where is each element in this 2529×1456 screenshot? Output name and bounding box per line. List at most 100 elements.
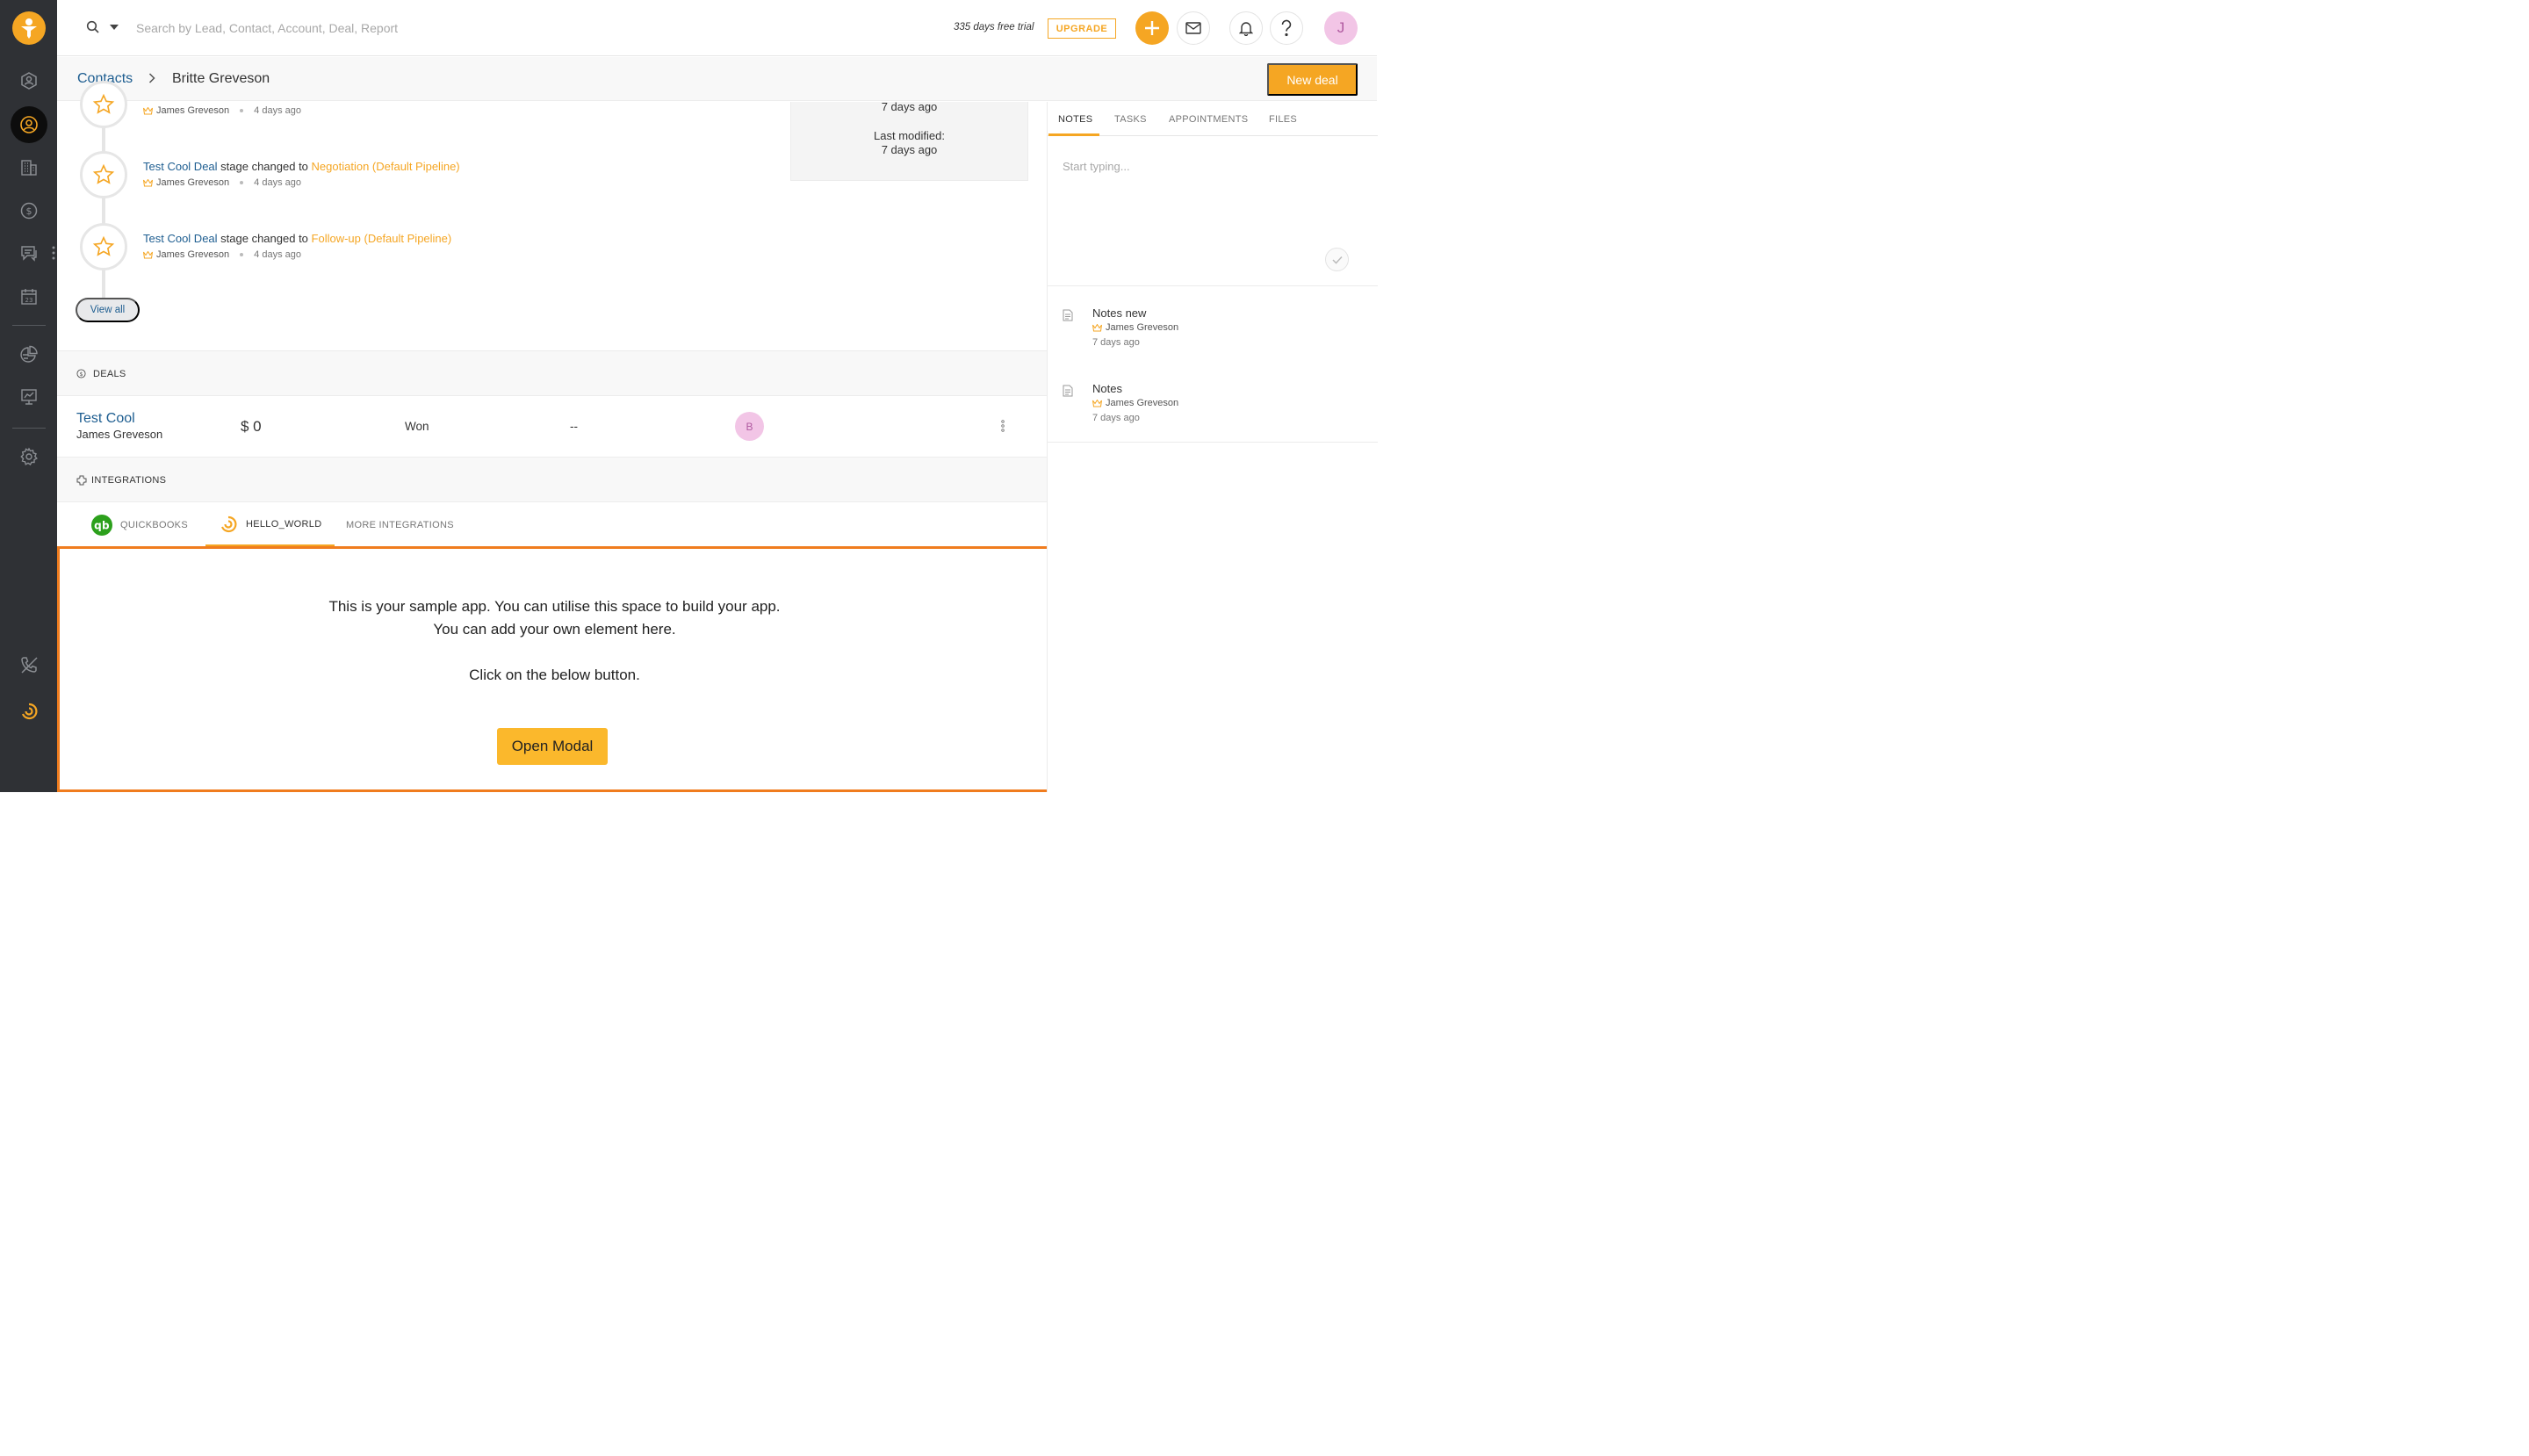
settings-gear-icon[interactable] [11, 438, 47, 475]
conversations-icon[interactable] [11, 234, 47, 271]
tab-more-integrations[interactable]: MORE INTEGRATIONS [346, 503, 454, 546]
timeline-author: James Greveson [156, 249, 230, 260]
tab-label: MORE INTEGRATIONS [346, 519, 454, 530]
analytics-icon[interactable] [11, 378, 47, 415]
page-header: Contacts Britte Greveson New deal [57, 57, 1377, 101]
timeline-time: 4 days ago [254, 105, 301, 116]
separator-dot [240, 181, 244, 184]
note-time: 7 days ago [1092, 413, 1140, 423]
notifications-bell-icon[interactable] [1229, 11, 1263, 45]
help-question-icon[interactable] [1270, 11, 1303, 45]
page-title: Britte Greveson [172, 71, 270, 86]
table-row[interactable]: Test Cool James Greveson $ 0 Won -- B [57, 396, 1048, 457]
timeline-stage-link[interactable]: Negotiation (Default Pipeline) [312, 160, 460, 173]
tab-quickbooks[interactable]: qb QUICKBOOKS [91, 503, 188, 546]
integrations-section-title: INTEGRATIONS [91, 475, 167, 486]
timeline-deal-link[interactable]: Test Cool Deal [143, 160, 218, 173]
integrations-section-header: INTEGRATIONS [57, 457, 1048, 502]
note-document-icon [1063, 385, 1073, 397]
more-options-kebab-icon[interactable] [1001, 420, 1005, 432]
open-modal-button[interactable]: Open Modal [497, 728, 608, 765]
app-text-line: You can add your own element here. [433, 621, 676, 638]
contacts-icon[interactable] [11, 106, 47, 143]
view-all-button[interactable]: View all [76, 298, 140, 322]
timeline-stage-link[interactable]: Follow-up (Default Pipeline) [312, 232, 452, 245]
quick-add-plus-icon[interactable] [1135, 11, 1169, 45]
save-note-check-icon[interactable] [1325, 248, 1349, 271]
app-logo-icon[interactable] [12, 11, 46, 45]
created-value: 7 days ago [881, 100, 938, 113]
integration-tabs: qb QUICKBOOKS HELLO_WORLD MORE INTEGRATI… [57, 503, 1048, 546]
last-modified-label: Last modified: [874, 129, 945, 142]
tab-notes[interactable]: NOTES [1058, 114, 1092, 125]
crown-icon [1092, 399, 1102, 407]
timeline-event-title: Test Cool Deal stage changed to Negotiat… [143, 160, 460, 173]
deal-name-link[interactable]: Test Cool [76, 411, 135, 427]
search-icon[interactable] [86, 20, 100, 34]
hello-world-app-icon[interactable] [11, 693, 47, 730]
deals-section-header: $ DEALS [57, 350, 1048, 396]
chevron-right-icon [148, 73, 155, 83]
sidebar-divider [12, 325, 46, 326]
separator-dot [240, 109, 244, 112]
sidebar-divider [12, 428, 46, 429]
note-author-name: James Greveson [1106, 322, 1179, 333]
timeline-meta: James Greveson 4 days ago [143, 249, 301, 260]
deal-close-date: -- [570, 420, 578, 433]
divider [1048, 285, 1378, 286]
mail-icon[interactable] [1177, 11, 1210, 45]
app-text-line: This is your sample app. You can utilise… [328, 598, 781, 615]
calendar-icon[interactable]: 23 [11, 278, 47, 315]
note-title: Notes new [1092, 306, 1147, 320]
timeline-star-icon [80, 223, 127, 270]
timeline-event-text: stage changed to [217, 160, 312, 173]
note-time: 7 days ago [1092, 337, 1140, 348]
svg-text:qb: qb [94, 519, 110, 531]
new-deal-button[interactable]: New deal [1267, 63, 1358, 96]
timeline-deal-link[interactable]: Test Cool Deal [143, 232, 218, 245]
divider [1048, 442, 1378, 443]
right-panel-tabs: NOTES TASKS APPOINTMENTS FILES [1048, 102, 1378, 136]
tab-tasks[interactable]: TASKS [1114, 114, 1147, 125]
app-text-line: Click on the below button. [469, 667, 640, 683]
timeline-time: 4 days ago [254, 177, 301, 188]
accounts-building-icon[interactable] [11, 149, 47, 186]
search-input[interactable] [136, 16, 505, 40]
right-panel: NOTES TASKS APPOINTMENTS FILES Notes new… [1047, 102, 1378, 792]
phone-off-icon[interactable] [11, 646, 47, 683]
note-author: James Greveson [1092, 398, 1178, 408]
timeline-author: James Greveson [156, 105, 230, 116]
note-document-icon [1063, 309, 1073, 321]
search-scope-chevron-down-icon[interactable] [110, 25, 119, 30]
last-modified-value: 7 days ago [881, 143, 938, 156]
integrations-puzzle-icon [76, 475, 87, 486]
hello-world-icon [219, 515, 238, 534]
crown-icon [1092, 323, 1102, 332]
tab-files[interactable]: FILES [1269, 114, 1297, 125]
sidebar-collapse-handle-icon[interactable] [52, 246, 55, 260]
timeline-meta: James Greveson 4 days ago [143, 177, 301, 188]
upgrade-button[interactable]: UPGRADE [1048, 18, 1116, 39]
deal-owner-avatar: B [735, 412, 764, 441]
deals-section-title: DEALS [93, 369, 126, 379]
sidebar: $ 23 [0, 0, 57, 792]
note-author: James Greveson [1092, 322, 1178, 333]
deals-dollar-icon: $ [76, 369, 86, 378]
crown-icon [143, 106, 153, 115]
crown-icon [143, 178, 153, 187]
separator-dot [240, 253, 244, 256]
tab-appointments[interactable]: APPOINTMENTS [1169, 114, 1248, 125]
user-avatar[interactable]: J [1324, 11, 1358, 45]
reports-pie-icon[interactable] [11, 336, 47, 373]
timeline-star-icon [80, 81, 127, 128]
timeline-event-text: stage changed to [217, 232, 312, 245]
note-input[interactable] [1063, 153, 1361, 179]
deals-dollar-icon[interactable]: $ [11, 192, 47, 229]
tab-hello-world[interactable]: HELLO_WORLD [205, 503, 335, 546]
quickbooks-icon: qb [91, 514, 112, 536]
active-tab-indicator [1048, 133, 1099, 136]
timeline-meta: James Greveson 4 days ago [143, 105, 301, 116]
deal-owner: James Greveson [76, 428, 163, 441]
timeline-star-icon [80, 151, 127, 198]
dashboard-icon[interactable] [11, 62, 47, 99]
